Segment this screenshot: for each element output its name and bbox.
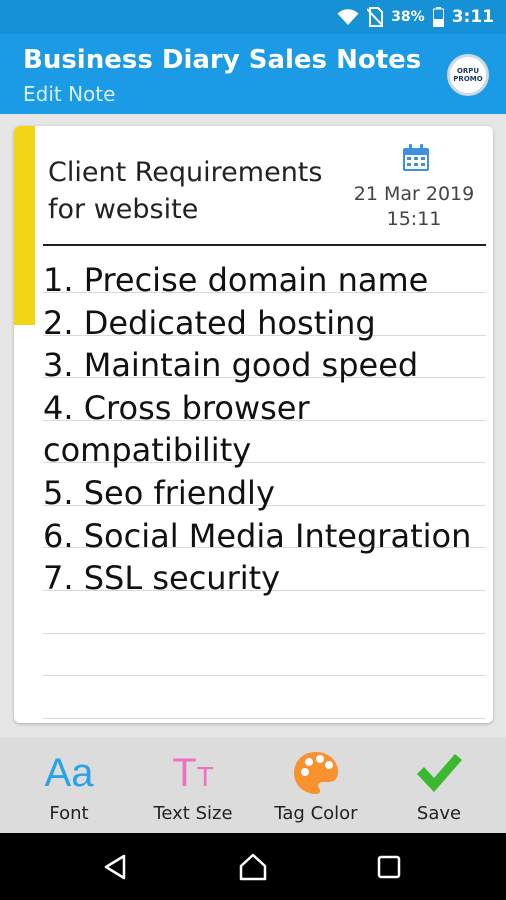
check-icon (376, 749, 502, 797)
note-title-input[interactable]: Client Requirements for website (48, 154, 348, 228)
note-time: 15:11 (386, 208, 442, 230)
status-clock: 3:11 (451, 7, 494, 27)
save-button[interactable]: Save (376, 737, 502, 833)
battery-icon (432, 7, 444, 27)
note-line: 3. Maintain good speed (43, 346, 419, 385)
back-icon (104, 854, 126, 880)
note-line: compatibility (43, 431, 252, 470)
status-icons: 38% 3:11 (337, 0, 494, 34)
palette-icon (253, 749, 379, 797)
note-datetime[interactable]: 21 Mar 2019 15:11 (344, 182, 484, 232)
font-label: Font (49, 803, 89, 824)
note-line: 1. Precise domain name (43, 261, 429, 299)
recents-icon (377, 855, 401, 879)
save-label: Save (416, 803, 462, 824)
app-subtitle: Edit Note (23, 82, 116, 106)
text-size-label: Text Size (153, 803, 233, 824)
tag-color-button[interactable]: Tag Color (253, 737, 379, 833)
no-sim-icon (367, 7, 384, 27)
home-icon (239, 853, 267, 881)
font-icon: Aa (44, 750, 94, 795)
ruled-line (43, 718, 486, 719)
app-bar: Business Diary Sales Notes R... Edit Not… (0, 34, 506, 114)
system-nav-bar (0, 833, 506, 900)
note-body-editor[interactable]: 1. Precise domain name 2. Dedicated host… (43, 259, 488, 600)
note-title-line: Client Requirements (48, 157, 323, 188)
calendar-icon[interactable] (401, 143, 431, 173)
tag-color-strip (14, 126, 35, 325)
promo-badge-button[interactable]: ORPU PROMO (447, 54, 489, 96)
bottom-toolbar: Aa Font TT Text Size Tag Color Save (0, 737, 506, 833)
tag-color-label: Tag Color (274, 803, 358, 824)
status-bar: 38% 3:11 (0, 0, 506, 34)
note-line: 7. SSL security (43, 559, 281, 598)
text-size-icon: TT (172, 750, 214, 795)
ruled-line (43, 675, 486, 676)
wifi-icon (337, 9, 359, 25)
note-line: 6. Social Media Integration (43, 516, 472, 555)
battery-percent: 38% (391, 9, 425, 25)
app-title: Business Diary Sales Notes R... (23, 45, 423, 75)
text-size-button[interactable]: TT Text Size (130, 737, 256, 833)
note-line: 2. Dedicated hosting (43, 303, 376, 342)
home-button[interactable] (233, 847, 273, 887)
note-card: Client Requirements for website 21 Mar 2… (14, 126, 493, 723)
font-button[interactable]: Aa Font (6, 737, 132, 833)
note-date: 21 Mar 2019 (353, 183, 475, 205)
recents-button[interactable] (369, 847, 409, 887)
title-divider (43, 244, 486, 246)
note-line: 4. Cross browser (43, 388, 310, 427)
note-title-line: for website (48, 194, 199, 225)
ruled-line (43, 633, 486, 634)
back-button[interactable] (95, 847, 135, 887)
note-line: 5. Seo friendly (43, 473, 275, 512)
